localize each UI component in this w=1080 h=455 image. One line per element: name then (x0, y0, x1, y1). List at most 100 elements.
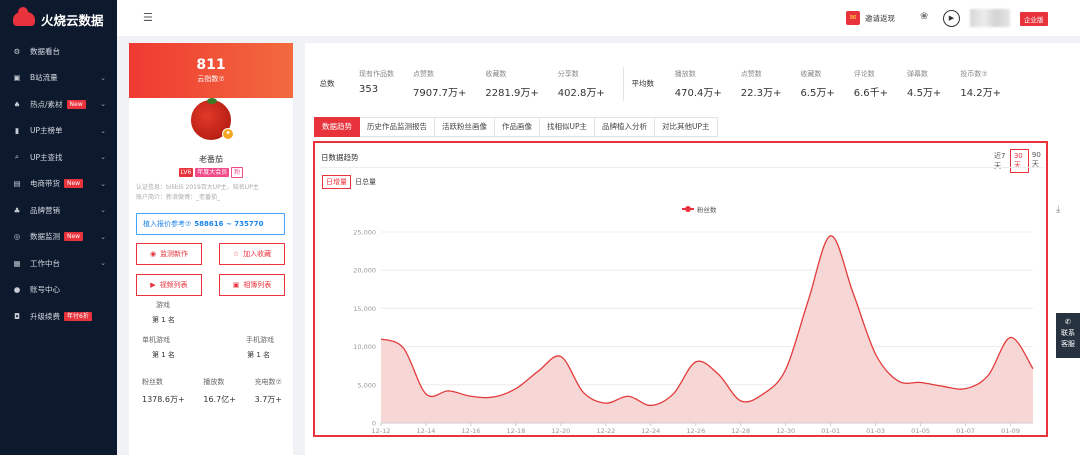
video-list-button[interactable]: ▶ 视频列表 (136, 274, 202, 296)
x-tick-label: 01-09 (1001, 427, 1020, 435)
download-icon[interactable]: ⤓ (1056, 204, 1060, 215)
sidebar-item-3[interactable]: ▮ UP主榜单 ⌄ (0, 118, 117, 145)
fan-tag: 粉 (231, 167, 244, 178)
summary-divider (622, 66, 624, 101)
cart-icon: ▤ (13, 179, 21, 189)
sidebar-item-6[interactable]: ♣ 品牌营销 ⌄ (0, 197, 117, 224)
fans-area-chart: 05,00010,00015,00020,00025,00012-12 12-14… (353, 229, 1034, 435)
add-favorite-button[interactable]: ☆ 加入收藏 (219, 243, 285, 265)
star-icon: ☆ (232, 250, 240, 258)
user-avatar-icon[interactable]: ▶ (943, 10, 960, 27)
sidebar-item-label: 电商带货 (30, 179, 60, 189)
username-redacted[interactable] (970, 9, 1010, 27)
sidebar-item-7[interactable]: ◎ 数据监测 New ⌄ (0, 224, 117, 251)
grid-icon: ▦ (13, 258, 21, 268)
tab-4[interactable]: 找相似UP主 (540, 117, 596, 137)
theme-palette-icon[interactable]: ❀ (920, 11, 928, 22)
new-badge: 年付6折 (64, 311, 92, 321)
sidebar-item-1[interactable]: ▣ B站流量 ⌄ (0, 65, 117, 92)
stat-charges: 充电数⑦ 3.7万+ (255, 377, 282, 405)
monitor-new-works-button[interactable]: ◉ 监测新作 (136, 243, 202, 265)
album-list-button[interactable]: ▣ 相簿列表 (219, 274, 285, 296)
summary-stat: 收藏数 6.5万+ (800, 69, 834, 99)
sidebar-item-2[interactable]: ♠ 热点/素材 New ⌄ (0, 91, 117, 118)
x-tick-label: 12-30 (776, 427, 795, 435)
sidebar-item-4[interactable]: ⌕ UP主查找 ⌄ (0, 144, 117, 171)
chevron-down-icon: ⌄ (100, 232, 106, 241)
monitor-icon: ◎ (13, 232, 21, 242)
sidebar-item-9[interactable]: ● 账号中心 (0, 277, 117, 304)
fire-icon: ♠ (13, 99, 21, 109)
summary-stat-label: 投币数⑦ (960, 69, 988, 78)
invite-label: 邀请返现 (865, 13, 895, 23)
summary-stat-label: 分享数 (557, 69, 579, 78)
tab-6[interactable]: 对比其他UP主 (655, 117, 718, 137)
cloud-index-value: 811 (196, 57, 226, 73)
bio-line: 账户简介：新浪微博：_老番茄_ (136, 194, 221, 201)
profile-header: 811 云指数⑦ (129, 43, 293, 98)
sidebar-item-10[interactable]: ◘ 升级续费 年付6折 (0, 303, 117, 330)
quote-value: 588616 ~ 735770 (194, 220, 264, 228)
fans-area-fill (381, 235, 1033, 423)
x-tick-label: 12-14 (417, 427, 436, 435)
new-badge: New (66, 99, 86, 109)
invite-cashback-button[interactable]: ✉ 邀请返现 (846, 11, 895, 25)
rank-category: 游戏 (156, 301, 170, 309)
chevron-down-icon: ⌄ (100, 100, 106, 109)
menu-toggle-icon[interactable]: ☰ (143, 11, 153, 24)
y-tick-label: 20,000 (353, 267, 376, 275)
cloud-logo-icon (13, 7, 35, 26)
summary-stat: 分享数 402.8万+ (558, 69, 605, 99)
tab-2[interactable]: 活跃粉丝画像 (435, 117, 495, 137)
summary-stat-value: 7907.7万+ (413, 87, 467, 99)
chevron-down-icon: ⌄ (100, 153, 106, 162)
summary-stats: 总数 现有作品数 353 点赞数 7907.7万+ 收藏数 2281.9万+ 分享数 402.… (314, 56, 1074, 111)
x-tick-label: 01-01 (821, 427, 840, 435)
summary-stat: 收藏数 2281.9万+ (485, 69, 538, 99)
ad-quote-box[interactable]: 植入报价参考⑦ 588616 ~ 735770 (136, 213, 285, 235)
sidebar-item-label: 数据看台 (30, 46, 60, 56)
tab-0[interactable]: 数据趋势 (314, 117, 360, 137)
summary-stat-label: 收藏数 (800, 69, 822, 78)
bar-chart-icon: ▮ (14, 126, 20, 136)
sidebar-item-5[interactable]: ▤ 电商带货 New ⌄ (0, 171, 117, 198)
summary-stat-label: 点赞数 (413, 69, 434, 78)
x-tick-label: 12-26 (686, 427, 705, 435)
monitor-icon: ◉ (149, 250, 157, 258)
summary-stat-value: 4.5万+ (907, 87, 942, 99)
album-icon: ▣ (232, 281, 240, 289)
avatar: ✦ (189, 98, 234, 142)
sidebar-item-8[interactable]: ▦ 工作中台 ⌄ (0, 250, 117, 277)
sidebar-item-label: 工作中台 (30, 258, 60, 268)
summary-stat-label: 播放数 (674, 69, 696, 78)
sidebar-item-label: 升级续费 (30, 311, 60, 321)
rank-category: 单机游戏 (142, 336, 170, 344)
rank-category: 手机游戏 (246, 336, 274, 344)
tab-3[interactable]: 作品画像 (495, 117, 540, 137)
vip-tag: 年度大会员 (195, 168, 230, 177)
x-tick-label: 12-24 (641, 427, 660, 435)
chevron-down-icon: ⌄ (100, 206, 106, 215)
stat-fans: 粉丝数 1378.6万+ (142, 377, 185, 405)
tab-5[interactable]: 品牌植入分析 (595, 117, 656, 137)
sidebar-item-label: UP主榜单 (30, 126, 63, 136)
summary-stat-label: 收藏数 (485, 69, 507, 78)
sidebar-item-0[interactable]: ⚙ 数据看台 (0, 38, 117, 65)
summary-stat-label: 评论数 (853, 69, 875, 78)
customer-service-button[interactable]: ✆ 联系 客服 (1056, 313, 1080, 358)
chevron-down-icon: ⌄ (100, 73, 106, 82)
chevron-down-icon: ⌄ (100, 259, 106, 268)
up-name: 老番茄 (199, 155, 223, 164)
monitor-label: 监测新作 (160, 250, 189, 258)
summary-stat-value: 6.6千+ (853, 87, 889, 99)
tab-1[interactable]: 历史作品监测报告 (360, 117, 435, 137)
top-bar: ☰ ✉ 邀请返现 ❀ ▶ 企业版 (117, 0, 1080, 36)
collect-label: 加入收藏 (243, 250, 272, 258)
main-panel: 总数 现有作品数 353 点赞数 7907.7万+ 收藏数 2281.9万+ 分享数 402.… (305, 43, 1080, 455)
logo[interactable]: 火烧云数据 (0, 0, 117, 38)
search-icon: ⌕ (14, 152, 20, 162)
summary-stat: 点赞数 7907.7万+ (413, 69, 466, 99)
certification-info: 认证信息：bilibili 2019百大UP主、知名UP主 账户简介：新浪微博：… (136, 183, 291, 203)
sidebar-item-label: 热点/素材 (30, 99, 63, 109)
user-icon: ● (13, 285, 21, 295)
